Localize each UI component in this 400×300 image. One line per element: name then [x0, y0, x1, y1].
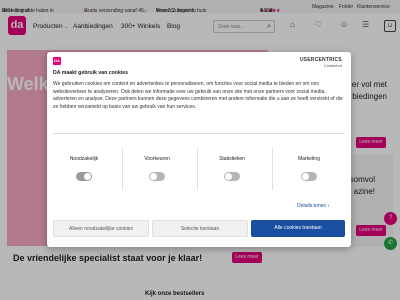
cookie-dialog: DA USERCENTRICS Cookiebot DA maakt gebru… — [47, 52, 351, 247]
category-preferences: Voorkeuren — [132, 156, 182, 186]
category-marketing: Marketing — [284, 156, 334, 186]
allow-selection-button[interactable]: Selectie toestaan — [152, 220, 248, 237]
dialog-title: DA maakt gebruik van cookies — [53, 70, 129, 76]
divider — [272, 148, 273, 190]
marketing-toggle[interactable] — [301, 172, 317, 181]
da-logo: DA — [53, 57, 61, 65]
necessary-only-button[interactable]: Alleen noodzakelijke cookies — [53, 220, 149, 237]
divider — [53, 133, 345, 134]
dialog-description: We gebruiken cookies om content en adver… — [53, 81, 343, 111]
chevron-right-icon: › — [327, 203, 330, 209]
category-statistics: Statistieken — [207, 156, 257, 186]
necessary-toggle — [76, 172, 92, 181]
usercentrics-logo[interactable]: USERCENTRICS Cookiebot — [300, 57, 342, 68]
allow-all-button[interactable]: Alle cookies toestaan — [251, 220, 345, 237]
show-details-link[interactable]: Details tonen › — [297, 203, 329, 209]
category-necessary: Noodzakelijk — [59, 156, 109, 186]
preferences-toggle[interactable] — [149, 172, 165, 181]
divider — [122, 148, 123, 190]
divider — [197, 148, 198, 190]
statistics-toggle[interactable] — [224, 172, 240, 181]
